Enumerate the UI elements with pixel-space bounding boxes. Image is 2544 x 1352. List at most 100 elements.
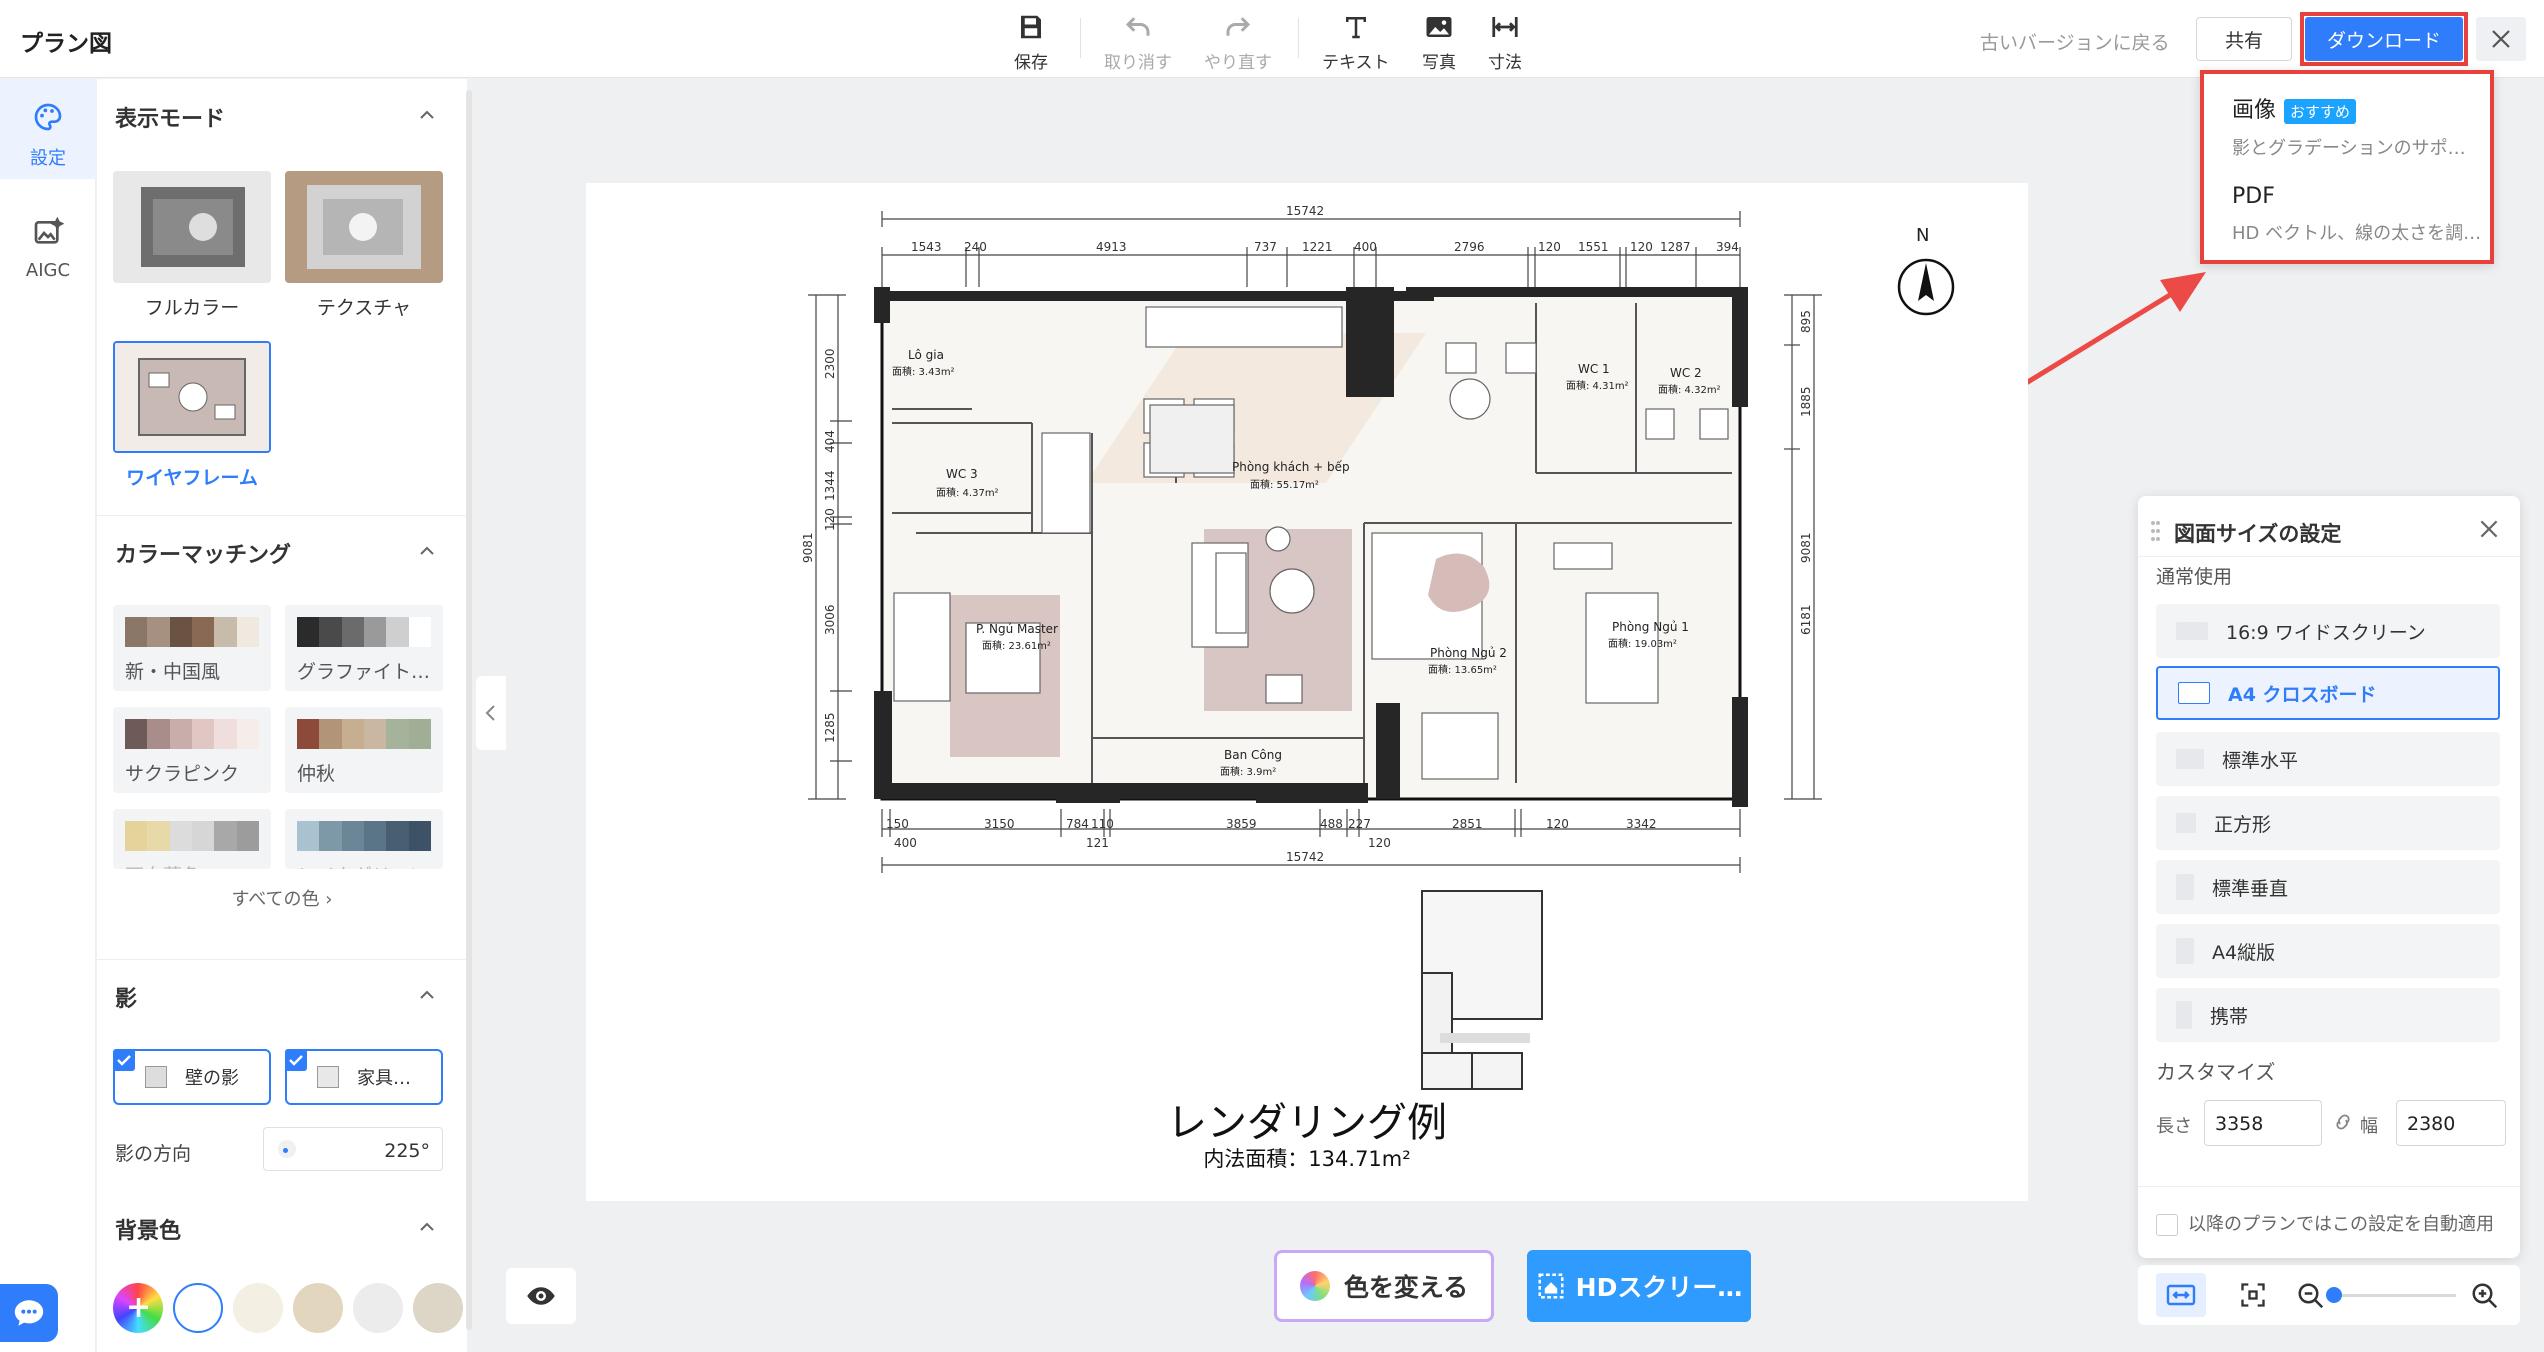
share-button[interactable]: 共有: [2196, 17, 2292, 61]
chevron-up-icon[interactable]: [417, 541, 437, 561]
drawing-size-panel: 図面サイズの設定 通常使用 16:9 ワイドスクリーン A4 クロスボード 標準…: [2138, 496, 2520, 1258]
room-area: 面積: 13.65m²: [1428, 663, 1497, 676]
shadow-direction-label: 影の方向: [115, 1143, 192, 1165]
redo-button[interactable]: やり直す: [1204, 12, 1272, 73]
bg-color-cream[interactable]: [233, 1283, 283, 1333]
dim-left: 1344: [823, 470, 837, 501]
page-shape-icon: [2178, 682, 2210, 704]
close-button[interactable]: [2476, 17, 2526, 61]
all-colors-link[interactable]: すべての色 ›: [97, 885, 467, 911]
wall-shadow-label: 壁の影: [185, 1068, 239, 1089]
hd-screen-icon: [1538, 1273, 1564, 1299]
link-icon[interactable]: [2332, 1110, 2354, 1134]
download-image-option[interactable]: 画像 おすすめ 影とグラデーションのサポ…: [2232, 92, 2466, 160]
furniture-shadow-toggle[interactable]: 家具…: [285, 1049, 443, 1105]
palette-mid-autumn[interactable]: 仲秋: [285, 707, 443, 793]
custom-color-picker[interactable]: +: [113, 1283, 163, 1333]
room-area: 面積: 55.17m²: [1250, 478, 1319, 491]
palette-sakura-pink[interactable]: サクラピンク: [113, 707, 271, 793]
room-area: 面積: 23.61m²: [982, 639, 1051, 652]
shadow-direction-input[interactable]: 225°: [263, 1127, 443, 1171]
dimension-button[interactable]: 寸法: [1488, 12, 1522, 73]
download-pdf-option[interactable]: PDF HD ベクトル、線の太さを調…: [2232, 184, 2481, 245]
section-divider: [97, 959, 467, 960]
hd-screen-button[interactable]: HDスクリー…: [1527, 1250, 1751, 1322]
palette-name: グラファイト…: [297, 661, 431, 683]
change-color-button[interactable]: 色を変える: [1274, 1250, 1494, 1322]
dim-top-part: 240: [964, 240, 987, 254]
visibility-button[interactable]: [506, 1268, 576, 1324]
palette-graphite[interactable]: グラファイト…: [285, 605, 443, 691]
dim-left: 2300: [823, 348, 837, 379]
display-mode-full-color[interactable]: [113, 171, 271, 283]
chevron-up-icon[interactable]: [417, 985, 437, 1005]
dim-top-part: 394: [1716, 240, 1739, 254]
plan-canvas[interactable]: 15742 1543 240 4913 737 1221 400 2796 12…: [586, 183, 2028, 1201]
size-option-a4-landscape[interactable]: A4 クロスボード: [2156, 666, 2500, 720]
display-mode-texture[interactable]: [285, 171, 443, 283]
common-use-label: 通常使用: [2156, 566, 2233, 588]
bg-color-white[interactable]: [173, 1283, 223, 1333]
image-option-desc: 影とグラデーションのサポ…: [2232, 138, 2466, 159]
chevron-up-icon[interactable]: [417, 105, 437, 125]
drag-handle-icon[interactable]: [2150, 520, 2160, 542]
room-name: Phòng Ngủ 1: [1612, 620, 1689, 634]
palette-name: 新・中国風: [125, 661, 221, 683]
display-mode-wireframe[interactable]: [113, 341, 271, 453]
fit-width-button[interactable]: [2156, 1273, 2206, 1317]
zoom-in-icon[interactable]: [2470, 1281, 2500, 1311]
size-option-widescreen[interactable]: 16:9 ワイドスクリーン: [2156, 604, 2500, 658]
bg-color-beige[interactable]: [413, 1283, 463, 1333]
zoom-slider-track[interactable]: [2334, 1294, 2456, 1297]
size-option-square[interactable]: 正方形: [2156, 796, 2500, 850]
size-option-label: A4 クロスボード: [2228, 683, 2377, 706]
collapse-panel-button[interactable]: [476, 676, 506, 750]
rail-aigc-tab[interactable]: AIGC: [0, 195, 96, 295]
auto-apply-checkbox[interactable]: 以降のプランではこの設定を自動適用: [2156, 1210, 2494, 1236]
palette-new-chinese[interactable]: 新・中国風: [113, 605, 271, 691]
dim-top-part: 4913: [1096, 240, 1127, 254]
photo-button[interactable]: 写真: [1422, 12, 1456, 73]
chat-icon: [14, 1300, 44, 1326]
dim-bottom-part: 784: [1066, 817, 1089, 831]
fit-screen-button[interactable]: [2228, 1273, 2278, 1317]
size-option-a4-portrait[interactable]: A4縦版: [2156, 924, 2500, 978]
download-button[interactable]: ダウンロード: [2305, 17, 2463, 61]
app-title: プラン図: [20, 31, 112, 57]
color-matching-title: カラーマッチング: [115, 543, 292, 568]
pdf-option-title: PDF: [2232, 184, 2275, 209]
dim-bottom-total: 15742: [1286, 850, 1324, 864]
dim-bottom-part: 150: [886, 817, 909, 831]
hd-screen-label: HDスクリー…: [1575, 1273, 1743, 1302]
aigc-icon: [34, 216, 65, 244]
panel-scrollbar[interactable]: [466, 90, 472, 1330]
dim-left: 404: [823, 430, 837, 453]
save-button[interactable]: 保存: [1014, 12, 1048, 73]
rail-settings-tab[interactable]: 設定: [0, 79, 96, 179]
size-option-standard-vertical[interactable]: 標準垂直: [2156, 860, 2500, 914]
text-button[interactable]: テキスト: [1322, 12, 1390, 73]
room-name: WC 2: [1670, 366, 1702, 380]
north-label: N: [1916, 225, 1930, 246]
size-option-mobile[interactable]: 携帯: [2156, 988, 2500, 1042]
close-icon[interactable]: [2476, 516, 2502, 542]
page-thumbnail: [1421, 890, 1543, 1090]
wall-shadow-toggle[interactable]: 壁の影: [113, 1049, 271, 1105]
bg-color-light-gray[interactable]: [353, 1283, 403, 1333]
palette-colors: [297, 821, 431, 851]
palette-lake-green[interactable]: レイクグリーン: [285, 809, 443, 869]
zoom-slider-thumb[interactable]: [2326, 1287, 2342, 1303]
redo-icon: [1226, 17, 1251, 36]
chat-support-button[interactable]: [0, 1284, 58, 1342]
chevron-up-icon[interactable]: [417, 1217, 437, 1237]
zoom-out-icon[interactable]: [2296, 1281, 2326, 1311]
width-input[interactable]: 2380: [2396, 1100, 2506, 1146]
palette-west-dusk[interactable]: 西向暮色: [113, 809, 271, 869]
size-option-standard-horizontal[interactable]: 標準水平: [2156, 732, 2500, 786]
bg-color-sand[interactable]: [293, 1283, 343, 1333]
old-version-link[interactable]: 古いバージョンに戻る: [1980, 28, 2170, 55]
length-input[interactable]: 3358: [2204, 1100, 2322, 1146]
undo-button[interactable]: 取り消す: [1104, 12, 1172, 73]
undo-label: 取り消す: [1104, 53, 1172, 73]
size-option-label: 16:9 ワイドスクリーン: [2226, 621, 2426, 644]
